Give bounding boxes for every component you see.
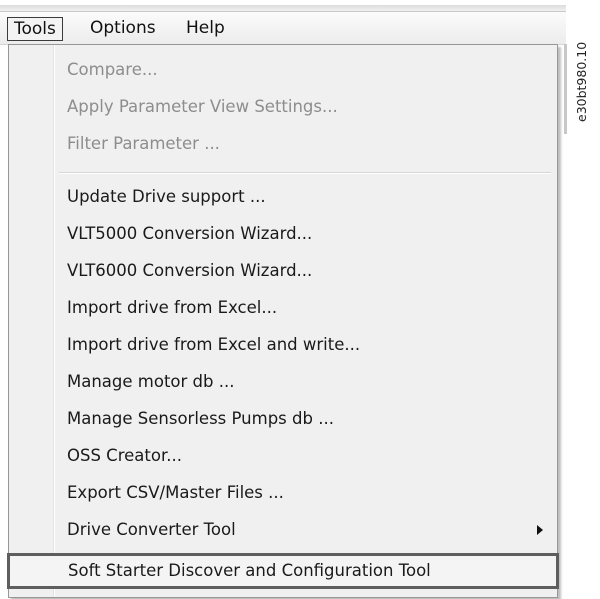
- menu-help[interactable]: Help: [180, 17, 231, 39]
- menu-item-label: Filter Parameter ...: [67, 134, 220, 153]
- menu-item-label: Import drive from Excel...: [67, 298, 278, 317]
- menu-item-export-csv-master-files[interactable]: Export CSV/Master Files ...: [9, 478, 557, 508]
- screenshot-stage: Tools Options Help Compare... Apply Para…: [0, 0, 600, 599]
- menu-item-oss-creator[interactable]: OSS Creator...: [9, 441, 557, 471]
- menu-item-label: Import drive from Excel and write...: [67, 335, 361, 354]
- menu-tools[interactable]: Tools: [7, 17, 63, 41]
- tools-dropdown-menu: Compare... Apply Parameter View Settings…: [7, 44, 559, 598]
- menu-item-label: Soft Starter Discover and Configuration …: [68, 561, 431, 580]
- menu-item-vlt6000-conversion-wizard[interactable]: VLT6000 Conversion Wizard...: [9, 256, 557, 286]
- window-top-edge: [0, 5, 566, 12]
- menu-item-label: Drive Converter Tool: [67, 520, 236, 539]
- menu-item-label: Export CSV/Master Files ...: [67, 483, 284, 502]
- menu-item-apply-parameter-view-settings[interactable]: Apply Parameter View Settings...: [9, 92, 557, 122]
- menu-item-label: Apply Parameter View Settings...: [67, 97, 338, 116]
- menu-item-vlt5000-conversion-wizard[interactable]: VLT5000 Conversion Wizard...: [9, 219, 557, 249]
- menu-item-soft-starter-discover-and-configuration-tool[interactable]: Soft Starter Discover and Configuration …: [7, 553, 559, 589]
- window-scroll-edge: [564, 44, 567, 134]
- menu-item-label: Manage motor db ...: [67, 372, 235, 391]
- menu-item-compare[interactable]: Compare...: [9, 55, 557, 85]
- menu-item-update-drive-support[interactable]: Update Drive support ...: [9, 182, 557, 212]
- menu-item-label: Update Drive support ...: [67, 187, 266, 206]
- menu-item-label: OSS Creator...: [67, 446, 182, 465]
- menu-item-drive-converter-tool[interactable]: Drive Converter Tool: [9, 515, 557, 545]
- menu-item-manage-sensorless-pumps-db[interactable]: Manage Sensorless Pumps db ...: [9, 404, 557, 434]
- menu-item-filter-parameter[interactable]: Filter Parameter ...: [9, 129, 557, 159]
- menu-item-label: VLT5000 Conversion Wizard...: [67, 224, 313, 243]
- menu-item-label: VLT6000 Conversion Wizard...: [67, 261, 313, 280]
- document-id-text: e30bt980.10: [574, 41, 589, 122]
- menu-item-manage-motor-db[interactable]: Manage motor db ...: [9, 367, 557, 397]
- menu-bar: Tools Options Help: [0, 12, 566, 45]
- menu-item-import-drive-from-excel-and-write[interactable]: Import drive from Excel and write...: [9, 330, 557, 360]
- document-id-label: e30bt980.10: [574, 6, 592, 126]
- menu-separator: [59, 172, 551, 174]
- menu-item-label: Compare...: [67, 60, 158, 79]
- chevron-right-icon: [537, 525, 543, 535]
- menu-options[interactable]: Options: [84, 17, 162, 39]
- menu-item-label: Manage Sensorless Pumps db ...: [67, 409, 334, 428]
- menu-item-import-drive-from-excel[interactable]: Import drive from Excel...: [9, 293, 557, 323]
